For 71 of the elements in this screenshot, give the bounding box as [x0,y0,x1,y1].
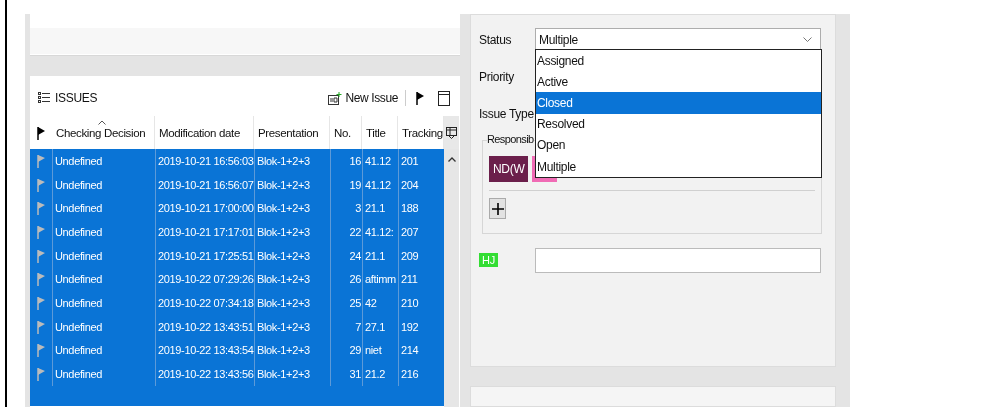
table-row[interactable]: Undefined 2019-10-21 17:00:00 Blok-1+2+3 3 21.1 188 [30,196,444,221]
table-cell: 22 [330,220,362,244]
table-row[interactable]: Undefined 2019-10-21 16:56:03 Blok-1+2+3 16 41.12 201 [30,149,444,173]
flag-icon [36,295,46,310]
new-issue-button[interactable]: New Issue [325,91,400,105]
panel-icon[interactable] [438,90,450,106]
table-cell: Blok-1+2+3 [254,220,330,244]
flag-icon [36,125,46,140]
panel-title: ISSUES [55,91,98,105]
new-document-icon [327,91,342,105]
table-cell: 25 [330,291,362,315]
table-row[interactable]: Undefined 2019-10-21 17:17:01 Blok-1+2+3 22 41.12: 207 [30,220,444,244]
field-label: Status [479,32,513,47]
column-chooser-icon[interactable] [446,126,457,139]
table-cell: Undefined [52,362,155,386]
table-cell: 7 [330,314,362,339]
table-row[interactable]: Undefined 2019-10-21 17:25:51 Blok-1+2+3 24 21.1 209 [30,243,444,268]
table-cell: 27.1 [362,314,398,339]
flag-icon [36,319,46,334]
table-cell: 2019-10-22 13:43:56 [155,362,254,386]
dropdown-option[interactable]: Active [536,71,821,93]
chevron-down-icon [803,37,812,42]
table-cell: Undefined [52,220,155,244]
dropdown-option[interactable]: Closed [536,92,821,114]
table-row[interactable]: Undefined 2019-10-21 16:56:07 Blok-1+2+3 19 41.12 204 [30,172,444,197]
flag-icon [36,367,46,382]
table-cell: Undefined [52,314,155,339]
table-cell: Blok-1+2+3 [254,149,330,173]
scroll-up-icon[interactable] [447,157,456,162]
table-cell: 16 [330,149,362,173]
flag-icon [36,343,46,358]
table-cell: 2019-10-22 13:43:51 [155,314,254,339]
person-chip[interactable]: ND(W [489,156,529,182]
flag-icon [36,153,46,168]
field-label: Priority [479,69,515,84]
field-label: Issue Type [479,106,535,121]
add-button[interactable] [489,198,506,219]
table-cell: 2019-10-22 07:34:18 [155,291,254,315]
tag-chip: HJ [479,253,498,267]
table-row[interactable]: Undefined 2019-10-22 07:29:26 Blok-1+2+3 26 aftimm 211 [30,267,444,292]
table-cell: 2019-10-21 16:56:03 [155,149,254,173]
table-cell: Undefined [52,291,155,315]
table-cell: 31 [330,362,362,386]
flag-icon [36,177,46,192]
dropdown-option[interactable]: Resolved [536,113,821,135]
table-row[interactable]: Undefined 2019-10-22 13:43:51 Blok-1+2+3 7 27.1 192 [30,314,444,339]
flag-icon [36,248,46,263]
table-cell: Blok-1+2+3 [254,291,330,315]
group-legend: Responsib [487,133,534,145]
dropdown-option[interactable]: Assigned [536,50,821,72]
table-cell: 2019-10-21 17:17:01 [155,220,254,244]
table-cell: 41.12 [362,149,398,173]
table-cell: 42 [362,291,398,315]
table-row[interactable]: Undefined 2019-10-22 07:34:18 Blok-1+2+3 25 42 210 [30,291,444,315]
scrollbar[interactable] [444,149,459,407]
table-cell: Blok-1+2+3 [254,362,330,386]
flag-icon [36,272,46,287]
flag-icon [36,224,46,239]
flag-icon[interactable] [415,91,425,105]
table-cell: Undefined [52,149,155,173]
table-cell: 21.2 [362,362,398,386]
list-icon [38,92,50,104]
table-row[interactable]: Undefined 2019-10-22 13:43:56 Blok-1+2+3 31 21.2 216 [30,362,444,386]
input-field[interactable] [535,247,821,273]
table-cell: Blok-1+2+3 [254,314,330,339]
table-cell: 41.12: [362,220,398,244]
table-row[interactable]: Undefined 2019-10-22 13:43:54 Blok-1+2+3 29 niet 214 [30,338,444,363]
dropdown-option[interactable]: Multiple [536,155,821,178]
dropdown-option[interactable]: Open [536,134,821,156]
flag-icon [36,201,46,216]
status-dropdown[interactable]: Multiple [535,27,821,52]
